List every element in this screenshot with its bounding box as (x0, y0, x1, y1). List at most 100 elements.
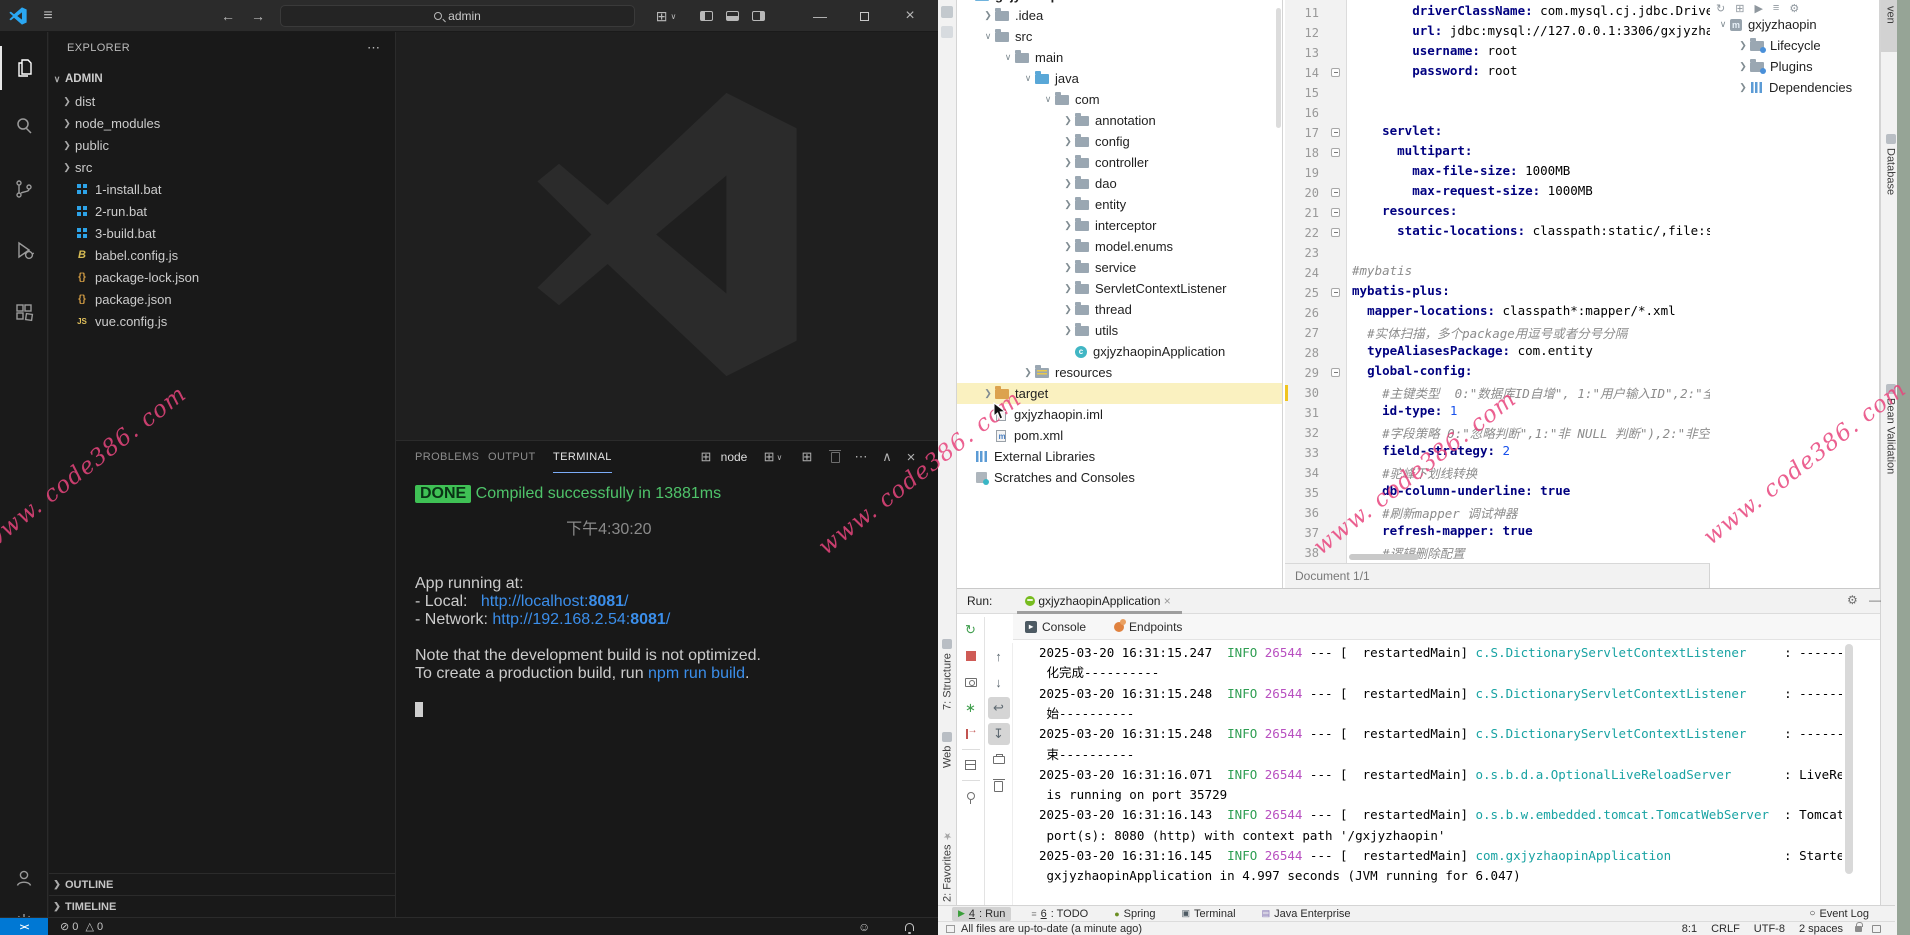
profile-layout-icon[interactable]: ⊞∨ (648, 0, 684, 32)
fold-icon[interactable] (1331, 228, 1340, 237)
tree-item-src[interactable]: ❯src (49, 156, 396, 178)
toolwindow-icon[interactable] (941, 26, 953, 38)
maven-item-Plugins[interactable]: ❯Plugins (1710, 56, 1880, 77)
tree-item-babel.config.js[interactable]: Bbabel.config.js (49, 244, 396, 266)
notifications-bell-icon[interactable] (905, 922, 914, 934)
account-icon[interactable] (0, 856, 48, 900)
console-scrollbar[interactable] (1845, 644, 1853, 874)
project-tree-item-.idea[interactable]: ❯.idea (957, 5, 1283, 26)
nav-back-icon[interactable]: ← (214, 0, 242, 32)
toggle-secondary-sidebar-icon[interactable] (744, 0, 772, 32)
maximize-button[interactable] (850, 0, 878, 32)
caret-position[interactable]: 8:1 (1682, 923, 1697, 935)
panel-more-icon[interactable]: ⋯ (850, 441, 872, 473)
problems-status[interactable]: ⊘ 0 △ 0 (60, 920, 103, 933)
split-terminal-icon[interactable]: ⊞ (796, 441, 818, 473)
scroll-to-end-button[interactable]: ↧ (988, 723, 1010, 745)
tree-item-public[interactable]: ❯public (49, 134, 396, 156)
source-control-icon[interactable] (0, 167, 48, 211)
run-console-output[interactable]: 2025-03-20 16:31:15.247 INFO 26544 --- [… (1037, 641, 1842, 894)
project-scrollbar[interactable] (1276, 8, 1281, 128)
run-settings-gear-icon[interactable]: ⚙ (1847, 593, 1858, 607)
project-tree-item-java[interactable]: ∨java (957, 68, 1283, 89)
explorer-more-icon[interactable]: ⋯ (367, 40, 380, 56)
fold-icon[interactable] (1331, 188, 1340, 197)
bottom-tab-6: TODO[interactable]: ≡6: TODO (1025, 907, 1094, 921)
explorer-icon[interactable] (0, 46, 48, 90)
maven-item-Dependencies[interactable]: ❯Dependencies (1710, 77, 1880, 98)
fold-icon[interactable] (1331, 128, 1340, 137)
yaml-editor[interactable]: 1112131415161718192021222324252627282930… (1285, 0, 1710, 563)
pin-tab-button[interactable] (960, 785, 982, 807)
tab-terminal[interactable]: TERMINAL (553, 441, 612, 473)
indent-setting[interactable]: 2 spaces (1799, 923, 1843, 935)
project-tree-item-entity[interactable]: ❯entity (957, 194, 1283, 215)
tree-item-dist[interactable]: ❯dist (49, 90, 396, 112)
minimize-button[interactable]: — (806, 0, 834, 32)
project-tree-item-model.enums[interactable]: ❯model.enums (957, 236, 1283, 257)
project-tree-item-Scratches and Consoles[interactable]: Scratches and Consoles (957, 467, 1283, 488)
project-tree-item-src[interactable]: ∨src (957, 26, 1283, 47)
tab-endpoints[interactable]: Endpoints (1114, 620, 1182, 634)
rerun-button[interactable]: ↻ (960, 619, 982, 641)
tree-item-1-install.bat[interactable]: 1-install.bat (49, 178, 396, 200)
stop-button[interactable] (960, 645, 982, 667)
up-stacktrace-button[interactable]: ↑ (988, 645, 1010, 667)
nav-forward-icon[interactable]: → (244, 0, 272, 32)
fold-icon[interactable] (1331, 68, 1340, 77)
file-encoding[interactable]: UTF-8 (1754, 923, 1785, 935)
maximize-panel-icon[interactable]: ∧ (876, 441, 898, 473)
project-tree-item-com[interactable]: ∨com (957, 89, 1283, 110)
remote-indicator[interactable]: >< (0, 918, 48, 935)
tab-output[interactable]: OUTPUT (488, 441, 536, 473)
project-toolwindow-icon[interactable] (941, 6, 953, 18)
tree-item-3-build.bat[interactable]: 3-build.bat (49, 222, 396, 244)
fold-icon[interactable] (1331, 368, 1340, 377)
bottom-tab-Java Enterprise[interactable]: ▤Java Enterprise (1256, 907, 1357, 921)
command-search-box[interactable]: admin (280, 5, 635, 27)
customize-layout-icon[interactable] (692, 0, 720, 32)
kill-terminal-icon[interactable] (824, 441, 846, 473)
project-tree-item-config[interactable]: ❯config (957, 131, 1283, 152)
lock-icon[interactable] (1855, 926, 1862, 932)
extensions-icon[interactable] (0, 290, 48, 334)
clear-console-button[interactable] (988, 775, 1010, 797)
fold-icon[interactable] (1331, 208, 1340, 217)
bottom-tab-4: Run[interactable]: ▶4: Run (952, 907, 1011, 921)
run-hide-icon[interactable]: — (1869, 593, 1881, 607)
project-tree-item-main[interactable]: ∨main (957, 47, 1283, 68)
project-tree-item-service[interactable]: ❯service (957, 257, 1283, 278)
bottom-tab-Spring[interactable]: ●Spring (1108, 907, 1161, 921)
project-tree-item-utils[interactable]: ❯utils (957, 320, 1283, 341)
tab-problems[interactable]: PROBLEMS (415, 441, 479, 473)
menu-icon[interactable]: ≡ (34, 0, 62, 32)
feedback-smiley-icon[interactable]: ☺ (858, 920, 870, 934)
tree-item-2-run.bat[interactable]: 2-run.bat (49, 200, 396, 222)
project-tree-item-pom.xml[interactable]: pom.xml (957, 425, 1283, 446)
thread-dump-button[interactable]: ∗ (960, 697, 982, 719)
editor-hscrollbar[interactable] (1349, 554, 1419, 560)
fold-icon[interactable] (1331, 288, 1340, 297)
tree-item-package-lock.json[interactable]: {}package-lock.json (49, 266, 396, 288)
soft-wrap-button[interactable]: ↩ (988, 697, 1010, 719)
left-tab-2: Favorites[interactable]: 2: Favorites★ (938, 782, 957, 902)
project-tree-item-annotation[interactable]: ❯annotation (957, 110, 1283, 131)
project-tree-item-interceptor[interactable]: ❯interceptor (957, 215, 1283, 236)
close-panel-icon[interactable]: × (900, 441, 922, 473)
print-button[interactable] (988, 749, 1010, 771)
snapshot-button[interactable] (960, 671, 982, 693)
timeline-section[interactable]: ❯TIMELINE (49, 895, 395, 917)
project-tree-item-ServletContextListener[interactable]: ❯ServletContextListener (957, 278, 1283, 299)
project-tree-item-controller[interactable]: ❯controller (957, 152, 1283, 173)
down-stacktrace-button[interactable]: ↓ (988, 671, 1010, 693)
tray-icon[interactable] (1872, 925, 1881, 933)
tree-item-node_modules[interactable]: ❯node_modules (49, 112, 396, 134)
left-tab-7: Structure[interactable]: 7: Structure (938, 600, 957, 710)
exit-button[interactable] (960, 723, 982, 745)
left-tab-Web[interactable]: Web (938, 718, 957, 768)
tree-item-vue.config.js[interactable]: JSvue.config.js (49, 310, 396, 332)
search-sidebar-icon[interactable] (0, 104, 48, 148)
maven-root[interactable]: ∨gxjyzhaopin (1710, 14, 1880, 35)
line-ending[interactable]: CRLF (1711, 923, 1740, 935)
close-button[interactable]: × (896, 0, 924, 32)
